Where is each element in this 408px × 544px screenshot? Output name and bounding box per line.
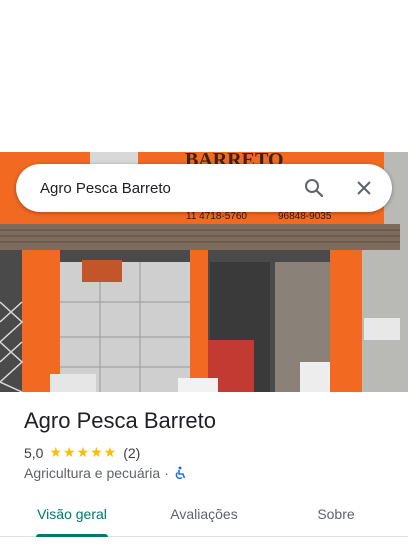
tab-reviews[interactable]: Avaliações <box>160 492 248 536</box>
sign-phone-right: 96848-9035 <box>278 211 332 222</box>
star-rating-icon: ★★★★★ <box>49 444 118 460</box>
rating-value: 5,0 <box>24 444 44 461</box>
close-icon[interactable] <box>352 176 376 200</box>
search-icon[interactable] <box>302 176 326 200</box>
wheelchair-accessible-icon <box>173 466 187 480</box>
sign-phone-left: 11 4718-5760 <box>186 211 247 222</box>
place-category[interactable]: Agricultura e pecuária <box>24 465 160 481</box>
rating-row[interactable]: 5,0 ★★★★★ (2) <box>24 444 140 461</box>
category-separator: · <box>164 465 169 481</box>
active-tab-indicator <box>36 534 108 537</box>
place-title: Agro Pesca Barreto <box>24 408 216 433</box>
search-input[interactable]: Agro Pesca Barreto <box>40 180 302 197</box>
category-row: Agricultura e pecuária · <box>24 465 187 481</box>
place-tabs: Visão geral Avaliações Sobre <box>0 492 408 537</box>
review-count[interactable]: (2) <box>123 445 140 461</box>
map-blank-area <box>0 0 408 152</box>
tab-about[interactable]: Sobre <box>292 492 380 536</box>
search-bar[interactable]: Agro Pesca Barreto <box>16 164 392 212</box>
tab-overview[interactable]: Visão geral <box>28 492 116 536</box>
